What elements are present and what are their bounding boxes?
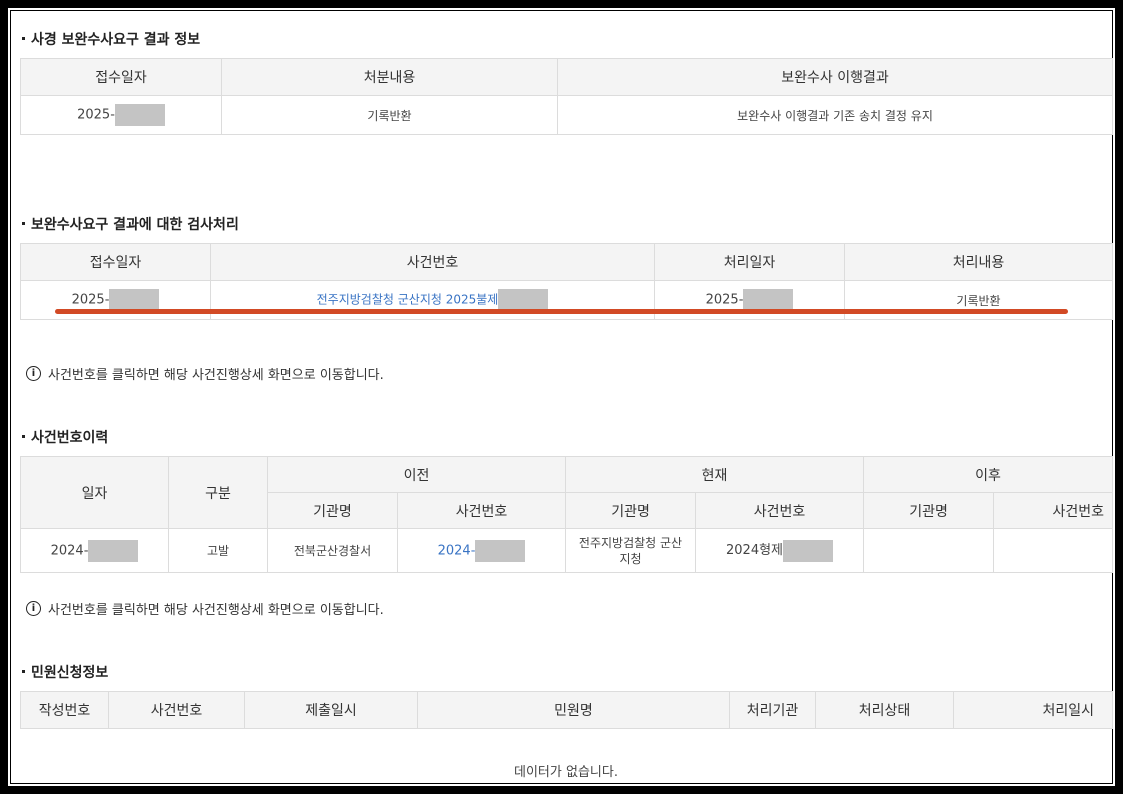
date-prefix: 2024- <box>50 543 89 558</box>
section-title-text: 민원신청정보 <box>31 665 109 681</box>
header-processing-content: 처리내용 <box>844 243 1113 281</box>
header-case-number: 사건번호 <box>210 243 655 281</box>
header-before-case-number: 사건번호 <box>396 492 567 529</box>
redacted-mask <box>88 539 139 562</box>
date-prefix: 2025- <box>705 292 744 308</box>
header-receipt-date: 접수일자 <box>20 58 222 96</box>
page-inner: 사경 보완수사요구 결과 정보 접수일자 처분내용 보완수사 이행결과 2025… <box>10 10 1113 784</box>
header-current-case-number: 사건번호 <box>695 492 865 529</box>
info-icon: i <box>26 366 41 381</box>
bullet-icon <box>22 669 25 673</box>
header-write-number: 작성번호 <box>20 691 109 729</box>
before-case-number-link[interactable]: 2024- <box>438 543 476 558</box>
section-title-supplement-result: 사경 보완수사요구 결과 정보 <box>20 29 200 49</box>
section-title-text: 사경 보완수사요구 결과 정보 <box>31 32 201 48</box>
table-header-row: 접수일자 처분내용 보완수사 이행결과 <box>20 58 1113 96</box>
section-title-prosecutor-processing: 보완수사요구 결과에 대한 검사처리 <box>20 214 239 234</box>
header-after-case-number: 사건번호 <box>993 492 1113 529</box>
date-prefix: 2025- <box>77 107 115 123</box>
highlight-underline <box>55 309 1068 314</box>
cell-type: 고발 <box>168 528 268 573</box>
header-processing-datetime: 처리일시 <box>953 691 1113 729</box>
header-type: 구분 <box>168 456 268 529</box>
cell-after-case-number <box>993 528 1113 573</box>
date-prefix: 2025- <box>71 292 110 308</box>
case-number-link[interactable]: 전주지방검찰청 군산지청 2025불제 <box>317 293 499 307</box>
header-processing-agency: 처리기관 <box>729 691 816 729</box>
notice-case-link-1: i 사건번호를 클릭하면 해당 사건진행상세 화면으로 이동합니다. <box>26 364 384 383</box>
section-title-text: 보완수사요구 결과에 대한 검사처리 <box>31 217 239 233</box>
supplement-result-table: 접수일자 처분내용 보완수사 이행결과 2025- 기록반환 보완수사 이행결과… <box>20 58 1113 135</box>
header-after-agency: 기관명 <box>863 492 995 529</box>
case-history-table: 일자 구분 이전 현재 이후 기관명 사건번호 기관명 사건번호 기관명 사건번… <box>20 456 1113 573</box>
cell-date: 2024- <box>20 528 169 573</box>
header-receipt-date: 접수일자 <box>20 243 211 281</box>
table-header-row: 일자 구분 이전 현재 이후 <box>20 456 1113 529</box>
header-current: 현재 <box>565 456 865 493</box>
header-processing-date: 처리일자 <box>654 243 845 281</box>
notice-text: 사건번호를 클릭하면 해당 사건진행상세 화면으로 이동합니다. <box>48 368 384 383</box>
redacted-mask <box>109 289 160 311</box>
cell-after-agency <box>863 528 995 573</box>
header-processing-status: 처리상태 <box>815 691 954 729</box>
section-title-case-history: 사건번호이력 <box>20 427 108 447</box>
cell-receipt-date: 2025- <box>20 95 222 135</box>
notice-case-link-2: i 사건번호를 클릭하면 해당 사건진행상세 화면으로 이동합니다. <box>26 599 384 618</box>
cell-current-case-number: 2024형제 <box>695 528 865 573</box>
case-prefix: 2024형제 <box>726 543 784 559</box>
table-row: 2024- 고발 전북군산경찰서 2024- 전주지방검찰청 군산지청 2024… <box>20 528 1113 573</box>
section-title-complaint-info: 민원신청정보 <box>20 662 108 682</box>
header-current-agency: 기관명 <box>565 492 697 529</box>
redacted-mask <box>783 539 834 562</box>
empty-message: 데이터가 없습니다. <box>514 765 618 780</box>
bullet-icon <box>22 36 25 40</box>
cell-before-case-number[interactable]: 2024- <box>396 528 567 573</box>
header-date: 일자 <box>20 456 169 529</box>
cell-before-agency: 전북군산경찰서 <box>267 528 398 573</box>
header-supplement-result: 보완수사 이행결과 <box>557 58 1113 96</box>
bullet-icon <box>22 434 25 438</box>
header-complaint-name: 민원명 <box>417 691 730 729</box>
header-case-number: 사건번호 <box>108 691 245 729</box>
table-row: 2025- 기록반환 보완수사 이행결과 기존 송치 결정 유지 <box>20 95 1113 135</box>
redacted-mask <box>743 289 794 311</box>
cell-supplement-result: 보완수사 이행결과 기존 송치 결정 유지 <box>557 95 1113 135</box>
notice-text: 사건번호를 클릭하면 해당 사건진행상세 화면으로 이동합니다. <box>48 603 384 618</box>
bullet-icon <box>22 221 25 225</box>
header-disposition: 처분내용 <box>221 58 558 96</box>
table-header-row: 접수일자 사건번호 처리일자 처리내용 <box>20 243 1113 281</box>
cell-disposition: 기록반환 <box>221 95 558 135</box>
redacted-mask <box>475 539 526 562</box>
header-before-agency: 기관명 <box>267 492 398 529</box>
table-header-row: 작성번호 사건번호 제출일시 민원명 처리기관 처리상태 처리일시 <box>20 691 1113 729</box>
info-icon: i <box>26 601 41 616</box>
cell-current-agency: 전주지방검찰청 군산지청 <box>565 528 697 573</box>
header-before: 이전 <box>266 456 567 493</box>
header-after: 이후 <box>863 456 1113 493</box>
redacted-mask <box>498 289 549 311</box>
complaint-info-table: 작성번호 사건번호 제출일시 민원명 처리기관 처리상태 처리일시 <box>20 691 1113 729</box>
section-title-text: 사건번호이력 <box>31 430 109 446</box>
header-submit-datetime: 제출일시 <box>244 691 418 729</box>
redacted-mask <box>114 104 165 126</box>
page-frame: 사경 보완수사요구 결과 정보 접수일자 처분내용 보완수사 이행결과 2025… <box>7 7 1116 787</box>
